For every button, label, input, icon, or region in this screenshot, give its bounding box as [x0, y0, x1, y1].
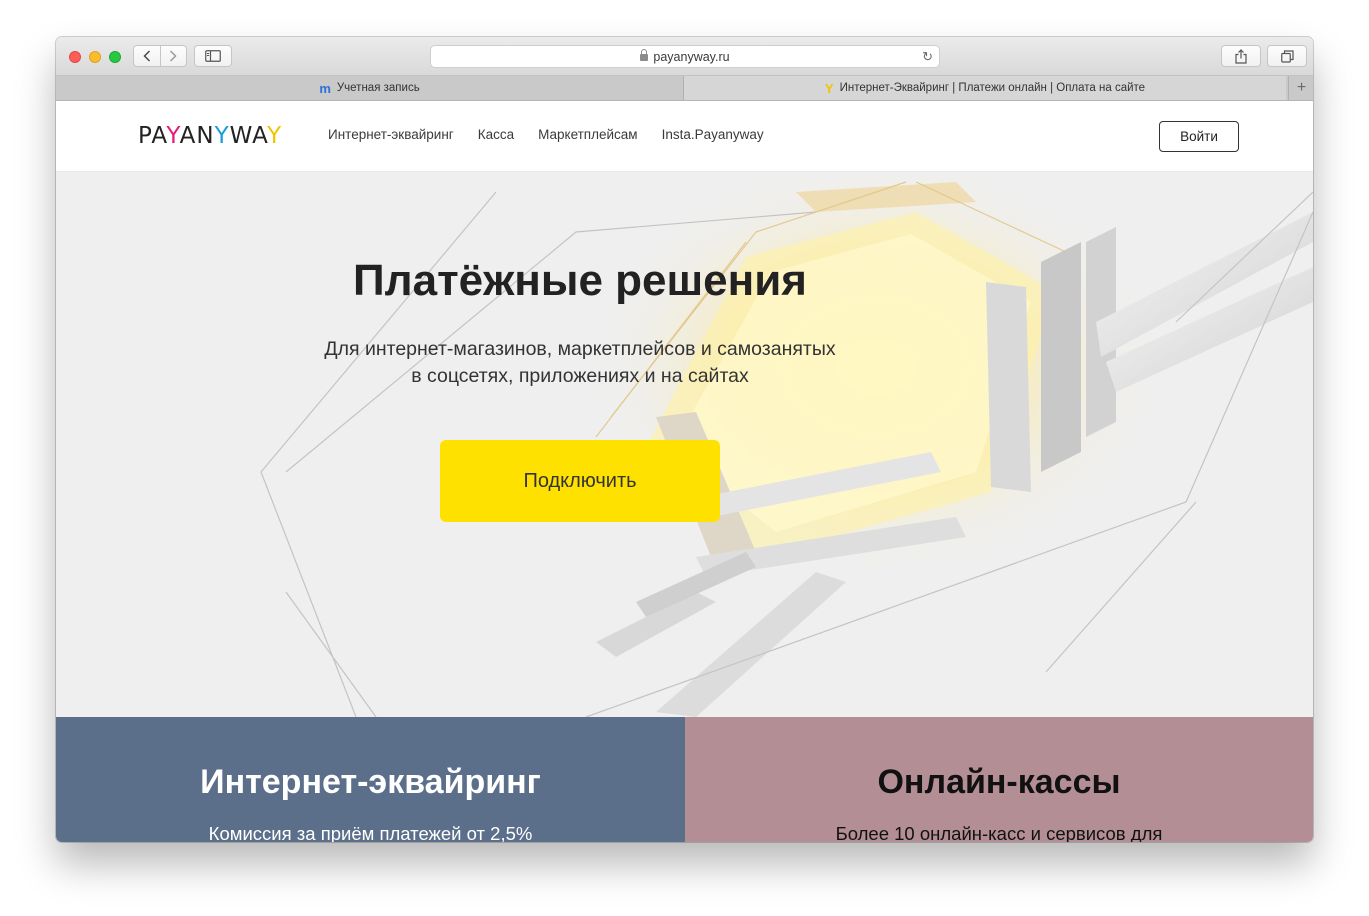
browser-window: payanyway.ru ↻ m Учетная запись Y Интерн… — [56, 37, 1313, 842]
hero-subtitle-line2: в соцсетях, приложениях и на сайтах — [411, 365, 749, 387]
favicon: Y — [824, 80, 834, 96]
history-nav — [133, 45, 187, 67]
favicon: m — [319, 80, 331, 96]
site-header: PAYANYWAY Интернет-эквайринг Касса Марке… — [56, 101, 1313, 172]
url-text: payanyway.ru — [653, 50, 730, 64]
zoom-window-button[interactable] — [109, 51, 121, 63]
login-button[interactable]: Войти — [1159, 121, 1239, 152]
card-internet-acquiring[interactable]: Интернет-эквайринг Комиссия за приём пла… — [56, 717, 685, 842]
forward-icon[interactable] — [161, 46, 187, 66]
connect-button[interactable]: Подключить — [440, 440, 720, 522]
sidebar-button[interactable] — [194, 45, 232, 67]
nav-internet-acquiring[interactable]: Интернет-эквайринг — [328, 127, 454, 142]
share-icon — [1235, 48, 1247, 64]
hero-subtitle-line1: Для интернет-магазинов, маркетплейсов и … — [324, 338, 836, 360]
tab-payanyway[interactable]: Y Интернет-Эквайринг | Платежи онлайн | … — [684, 76, 1286, 100]
lock-icon — [640, 49, 649, 61]
hero-section: Платёжные решения Для интернет-магазинов… — [56, 172, 1313, 717]
card-online-kassy[interactable]: Онлайн-кассы Более 10 онлайн-касс и серв… — [685, 717, 1313, 842]
main-nav: Интернет-эквайринг Касса Маркетплейсам I… — [328, 127, 764, 142]
tab-label: Интернет-Эквайринг | Платежи онлайн | Оп… — [839, 82, 1146, 94]
tab-bar: m Учетная запись Y Интернет-Эквайринг | … — [56, 76, 1313, 101]
address-bar[interactable]: payanyway.ru ↻ — [430, 45, 940, 68]
hero-title: Платёжные решения — [353, 256, 807, 305]
nav-kassa[interactable]: Касса — [478, 127, 514, 142]
nav-marketplaces[interactable]: Маркетплейсам — [538, 127, 638, 142]
tab-account[interactable]: m Учетная запись — [56, 76, 684, 100]
minimize-window-button[interactable] — [89, 51, 101, 63]
tab-overview-button[interactable] — [1267, 45, 1307, 67]
share-button[interactable] — [1221, 45, 1261, 67]
card-subtitle: Комиссия за приём платежей от 2,5% — [208, 823, 533, 842]
reload-icon[interactable]: ↻ — [922, 49, 933, 65]
nav-insta-payanyway[interactable]: Insta.Payanyway — [662, 127, 764, 142]
close-window-button[interactable] — [69, 51, 81, 63]
card-subtitle: Более 10 онлайн-касс и сервисов для — [835, 823, 1163, 842]
tabs-icon — [1280, 49, 1294, 63]
card-title: Онлайн-кассы — [877, 763, 1121, 801]
back-icon[interactable] — [134, 46, 160, 66]
card-title: Интернет-эквайринг — [200, 763, 541, 801]
tab-label: Учетная запись — [336, 82, 420, 94]
new-tab-icon[interactable]: + — [1288, 76, 1313, 100]
sidebar-icon — [205, 50, 221, 62]
payanyway-logo[interactable]: PAYANYWAY — [138, 123, 282, 149]
hero-subtitle: Для интернет-магазинов, маркетплейсов и … — [206, 336, 954, 390]
browser-toolbar: payanyway.ru ↻ — [56, 37, 1313, 76]
